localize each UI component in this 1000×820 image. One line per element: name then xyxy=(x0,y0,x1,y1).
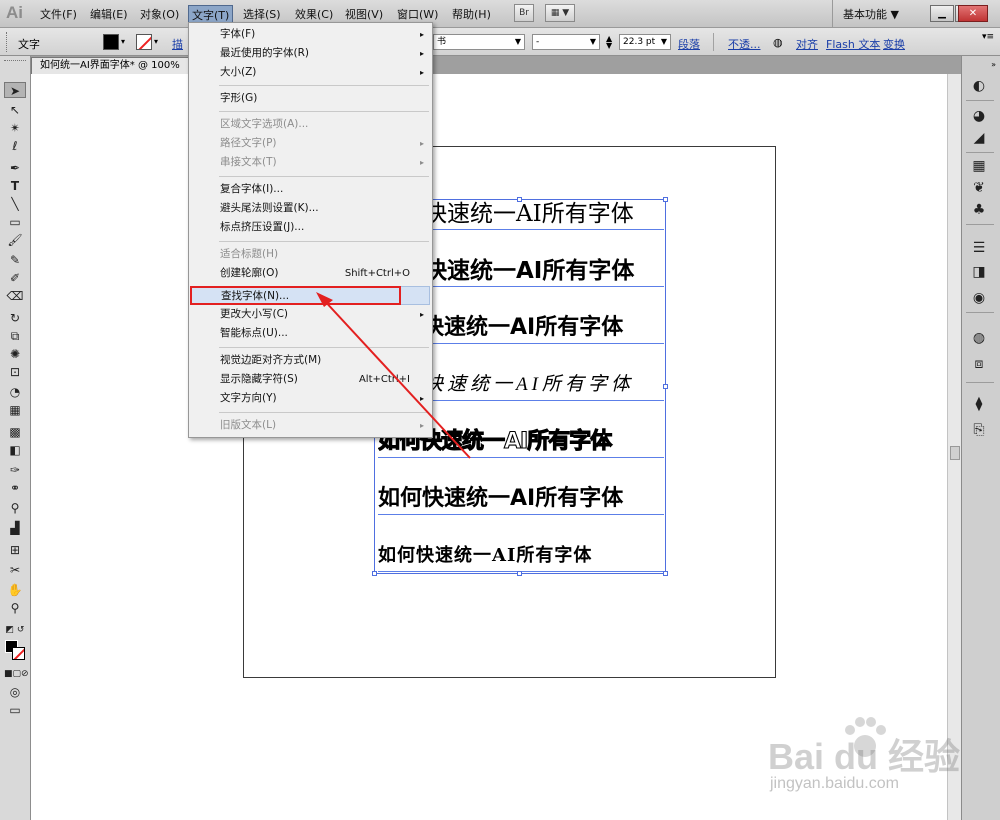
annotation-arrow xyxy=(316,292,471,459)
watermark-text: Bai du 经验 xyxy=(768,736,961,777)
watermark-url: jingyan.baidu.com xyxy=(770,775,899,792)
annotation-arrow-line xyxy=(321,297,471,459)
annotation-arrow-head xyxy=(316,292,333,307)
